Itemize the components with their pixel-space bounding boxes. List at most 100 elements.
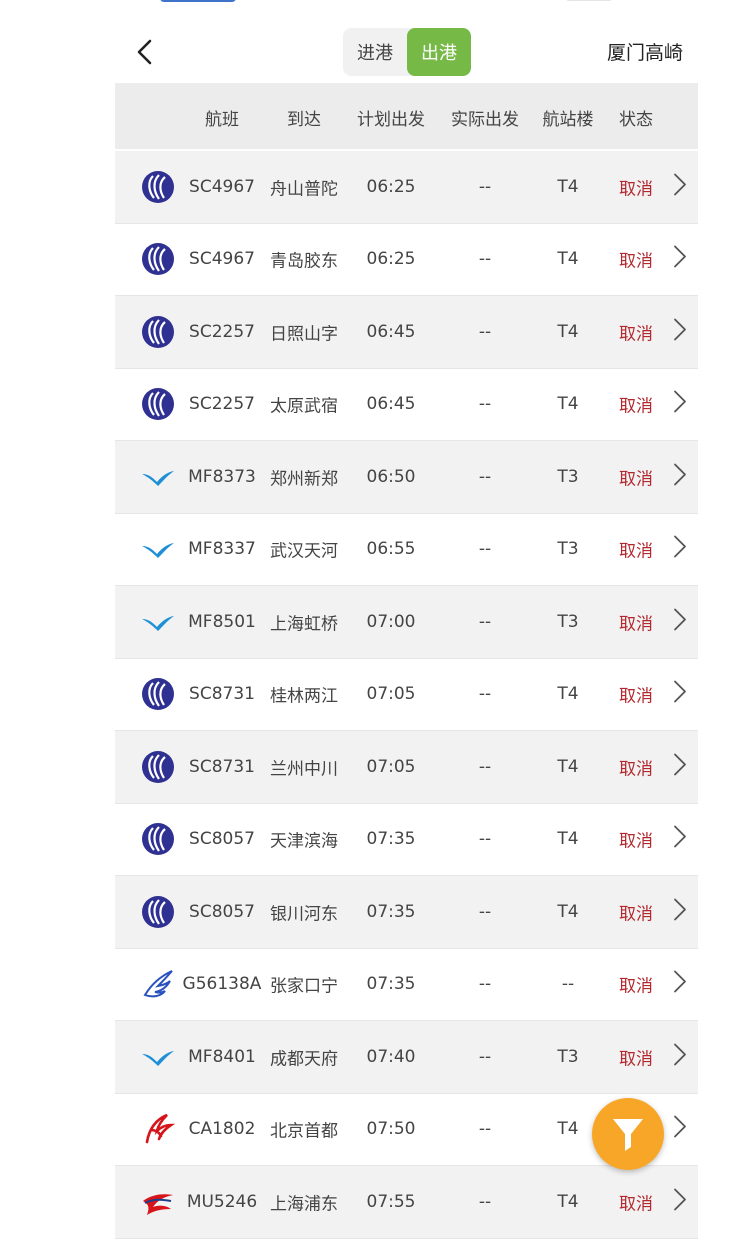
terminal: T3 — [557, 1046, 579, 1067]
filter-button[interactable] — [592, 1098, 664, 1170]
status-badge: 取消 — [619, 396, 653, 417]
flight-number: MF8337 — [188, 539, 256, 560]
airline-logo-icon — [141, 605, 175, 639]
flight-number: SC8731 — [189, 756, 255, 777]
flight-row[interactable]: MF8373 郑州新郑 06:50 -- T3 取消 — [115, 441, 698, 514]
terminal: T4 — [557, 394, 579, 415]
actual-time: -- — [478, 321, 492, 342]
flight-row[interactable]: MF8337 武汉天河 06:55 -- T3 取消 — [115, 514, 698, 586]
actual-time: -- — [478, 1191, 492, 1212]
filter-icon — [613, 1119, 643, 1151]
destination: 上海虹桥 — [270, 614, 338, 635]
terminal: T4 — [557, 321, 579, 342]
airline-logo-icon — [141, 1185, 175, 1219]
flight-number: MF8401 — [188, 1046, 256, 1067]
back-button[interactable] — [126, 30, 164, 74]
flight-number: SC2257 — [189, 321, 255, 342]
flight-row[interactable]: MU5246 上海浦东 07:55 -- T4 取消 — [115, 1166, 698, 1239]
scheduled-time: 06:45 — [366, 394, 416, 415]
actual-time: -- — [478, 974, 492, 995]
destination: 舟山普陀 — [270, 179, 338, 200]
scheduled-time: 07:55 — [366, 1191, 416, 1212]
flight-row[interactable]: SC8057 银川河东 07:35 -- T4 取消 — [115, 876, 698, 949]
scheduled-time: 07:40 — [366, 1046, 416, 1067]
flight-row[interactable]: SC4967 舟山普陀 06:25 -- T4 取消 — [115, 151, 698, 224]
airline-logo-icon — [141, 895, 175, 929]
flight-number: MF8373 — [188, 466, 256, 487]
flight-row[interactable]: SC2257 日照山字 06:45 -- T4 取消 — [115, 296, 698, 369]
status-badge: 取消 — [619, 976, 653, 997]
status-badge: 取消 — [619, 324, 653, 345]
actual-time: -- — [478, 539, 492, 560]
header-destination: 到达 — [287, 110, 321, 130]
status-badge: 取消 — [619, 1049, 653, 1070]
header-terminal: 航站楼 — [542, 110, 594, 130]
terminal: T4 — [557, 249, 579, 270]
destination: 桂林两江 — [270, 686, 338, 707]
terminal: T3 — [557, 466, 579, 487]
flight-row[interactable]: MF8401 成都天府 07:40 -- T3 取消 — [115, 1021, 698, 1094]
scheduled-time: 07:00 — [366, 611, 416, 632]
actual-time: -- — [478, 684, 492, 705]
actual-time: -- — [478, 611, 492, 632]
flight-table: 航班 到达 计划出发 实际出发 航站楼 状态 SC4967 舟山普陀 06:25 --… — [115, 83, 698, 1239]
chevron-right-icon — [673, 607, 687, 636]
airline-logo-icon — [141, 967, 175, 1001]
chevron-right-icon — [673, 172, 687, 201]
status-badge: 取消 — [619, 1194, 653, 1215]
header-status: 状态 — [619, 110, 653, 130]
flight-row[interactable]: SC8731 兰州中川 07:05 -- T4 取消 — [115, 731, 698, 804]
flight-row[interactable]: SC8731 桂林两江 07:05 -- T4 取消 — [115, 659, 698, 731]
flight-number: CA1802 — [188, 1119, 256, 1140]
terminal: T4 — [557, 829, 579, 850]
airline-logo-icon — [141, 822, 175, 856]
direction-toggle: 进港 出港 — [343, 28, 471, 76]
flight-row[interactable]: MF8501 上海虹桥 07:00 -- T3 取消 — [115, 586, 698, 659]
flight-row[interactable]: SC4967 青岛胶东 06:25 -- T4 取消 — [115, 224, 698, 296]
destination: 成都天府 — [270, 1049, 338, 1070]
terminal: -- — [561, 974, 575, 995]
airport-selector[interactable]: 厦门高崎 — [607, 38, 683, 65]
flight-number: SC2257 — [189, 394, 255, 415]
airline-logo-icon — [141, 460, 175, 494]
airline-logo-icon — [141, 242, 175, 276]
flight-row[interactable]: SC8057 天津滨海 07:35 -- T4 取消 — [115, 804, 698, 876]
flight-number: SC8731 — [189, 684, 255, 705]
airline-logo-icon — [141, 387, 175, 421]
actual-time: -- — [478, 1046, 492, 1067]
chevron-right-icon — [673, 1115, 687, 1144]
scheduled-time: 07:50 — [366, 1119, 416, 1140]
airline-logo-icon — [141, 170, 175, 204]
tab-arrivals[interactable]: 进港 — [343, 28, 407, 76]
terminal: T3 — [557, 539, 579, 560]
scheduled-time: 07:35 — [366, 829, 416, 850]
chevron-right-icon — [673, 1187, 687, 1216]
chevron-right-icon — [673, 970, 687, 999]
destination: 上海浦东 — [270, 1194, 338, 1215]
destination: 北京首都 — [270, 1121, 338, 1142]
flight-number: SC4967 — [189, 176, 255, 197]
airline-logo-icon — [141, 1112, 176, 1146]
airline-logo-icon — [141, 315, 175, 349]
tab-departures[interactable]: 出港 — [407, 28, 471, 76]
nav-bar: 进港 出港 厦门高崎 — [0, 0, 729, 82]
flight-number: MF8501 — [188, 611, 256, 632]
scheduled-time: 06:45 — [366, 321, 416, 342]
terminal: T4 — [557, 684, 579, 705]
chevron-right-icon — [673, 245, 687, 274]
scheduled-time: 07:05 — [366, 684, 416, 705]
flight-row[interactable]: SC2257 太原武宿 06:45 -- T4 取消 — [115, 369, 698, 441]
actual-time: -- — [478, 176, 492, 197]
chevron-right-icon — [673, 1042, 687, 1071]
actual-time: -- — [478, 1119, 492, 1140]
status-badge: 取消 — [619, 251, 653, 272]
scheduled-time: 06:50 — [366, 466, 416, 487]
flight-number: MU5246 — [186, 1191, 258, 1212]
scheduled-time: 06:25 — [366, 249, 416, 270]
scheduled-time: 07:05 — [366, 756, 416, 777]
header-flight: 航班 — [205, 110, 239, 130]
destination: 郑州新郑 — [270, 469, 338, 490]
chevron-right-icon — [673, 390, 687, 419]
destination: 青岛胶东 — [270, 251, 338, 272]
flight-row[interactable]: G56138A 张家口宁 07:35 -- -- 取消 — [115, 949, 698, 1021]
